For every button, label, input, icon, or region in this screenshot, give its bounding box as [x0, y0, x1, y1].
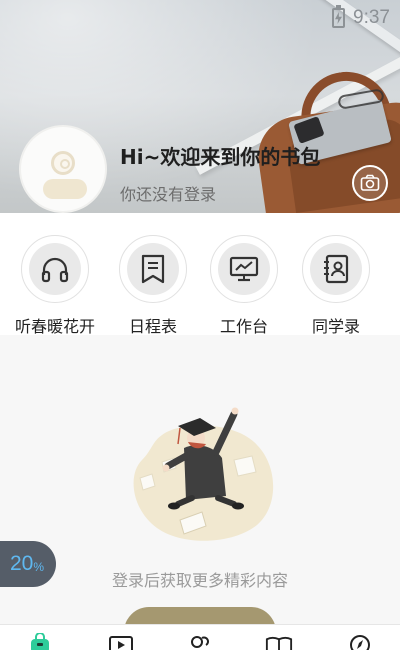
default-avatar-icon: [51, 151, 75, 175]
status-time: 9:37: [353, 7, 390, 28]
battery-charging-icon: [332, 5, 346, 28]
tab-friends[interactable]: [185, 633, 213, 650]
bookmark-list-icon: [141, 254, 165, 284]
progress-badge[interactable]: 20 %: [0, 541, 56, 587]
quick-action-label: 同学录: [311, 317, 360, 336]
compass-icon: [350, 635, 370, 650]
friends-icon: [191, 636, 209, 648]
tab-home[interactable]: [26, 633, 54, 650]
quick-action-schedule[interactable]: 日程表: [108, 235, 198, 337]
greeting-title: Hi~欢迎来到你的书包: [120, 145, 321, 169]
login-hint[interactable]: 你还没有登录: [120, 181, 216, 205]
profile-header: 9:37 Hi~欢迎来到你的书包 你还没有登录: [0, 0, 400, 213]
quick-action-label: 工作台: [219, 317, 268, 336]
contact-book-icon: [324, 254, 349, 284]
headphones-icon: [41, 257, 69, 283]
book-open-icon: [265, 636, 293, 650]
quick-action-listen[interactable]: 听春暖花开: [10, 235, 100, 337]
progress-value: 20: [10, 552, 34, 575]
screen: 9:37 Hi~欢迎来到你的书包 你还没有登录 听春暖花开 日程表 工作台 同学…: [0, 0, 400, 650]
quick-action-label: 听春暖花开: [14, 317, 95, 336]
tab-books[interactable]: [265, 633, 293, 650]
empty-state-message: 登录后获取更多精彩内容: [111, 571, 288, 590]
monitor-chart-icon: [229, 256, 259, 282]
home-bag-icon: [31, 633, 49, 650]
quick-actions: 听春暖花开 日程表 工作台 同学录: [0, 213, 400, 337]
quick-action-label: 日程表: [128, 317, 177, 336]
camera-button[interactable]: [352, 165, 388, 201]
status-bar: 9:37: [332, 5, 390, 30]
camera-icon: [360, 174, 380, 191]
bottom-tab-bar: [0, 624, 400, 650]
tab-discover[interactable]: [346, 633, 374, 650]
avatar[interactable]: [19, 125, 107, 213]
quick-action-classmates[interactable]: 同学录: [291, 235, 381, 337]
graduate-jumping-illustration: [133, 407, 274, 541]
tab-video[interactable]: [107, 633, 135, 650]
progress-unit: %: [33, 560, 45, 574]
play-video-icon: [109, 636, 133, 650]
quick-action-workbench[interactable]: 工作台: [199, 235, 289, 337]
